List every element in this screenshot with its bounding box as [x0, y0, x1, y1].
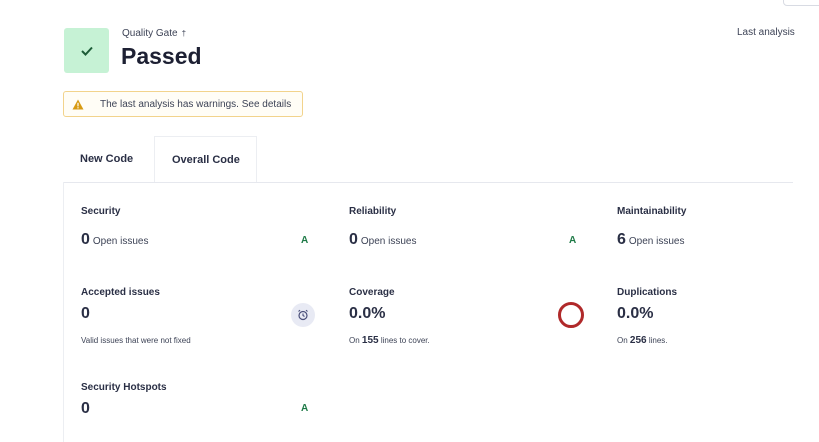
info-icon[interactable]: † [182, 29, 186, 38]
security-hotspots-value[interactable]: 0 [81, 400, 90, 418]
duplications-lines: On 256 lines. [617, 335, 668, 346]
maintainability-title: Maintainability [617, 206, 687, 217]
quality-gate-check-icon [64, 28, 109, 73]
coverage-ring-icon [558, 302, 584, 328]
accepted-issues-title: Accepted issues [81, 287, 160, 298]
quality-gate-status: Passed [121, 43, 202, 69]
security-title: Security [81, 206, 121, 217]
duplications-value[interactable]: 0.0% [617, 305, 653, 323]
warning-text: The last analysis has warnings. See deta… [100, 98, 292, 110]
top-right-button[interactable] [783, 0, 819, 6]
accepted-issues-value[interactable]: 0 [81, 305, 90, 323]
tab-new-code[interactable]: New Code [63, 136, 153, 182]
reliability-title: Reliability [349, 206, 397, 217]
accepted-issues-note: Valid issues that were not fixed [81, 336, 191, 345]
security-hotspots-title: Security Hotspots [81, 382, 167, 393]
coverage-title: Coverage [349, 287, 395, 298]
warning-icon [72, 98, 86, 110]
alarm-clock-icon [291, 303, 315, 327]
reliability-value[interactable]: 0 Open issues [349, 231, 417, 249]
quality-gate-label: Quality Gate † [122, 28, 187, 39]
security-value[interactable]: 0 Open issues [81, 231, 149, 249]
coverage-value[interactable]: 0.0% [349, 305, 385, 323]
tabs-divider [63, 182, 793, 183]
coverage-lines: On 155 lines to cover. [349, 335, 430, 346]
last-analysis-label: Last analysis [737, 27, 795, 38]
security-rating[interactable]: A [301, 235, 308, 246]
panel-border [63, 182, 64, 442]
tab-overall-code[interactable]: Overall Code [154, 136, 257, 182]
maintainability-value[interactable]: 6 Open issues [617, 231, 685, 249]
security-hotspots-rating[interactable]: A [301, 403, 308, 414]
analysis-warning-banner[interactable]: The last analysis has warnings. See deta… [63, 91, 303, 117]
reliability-rating[interactable]: A [569, 235, 576, 246]
duplications-title: Duplications [617, 287, 678, 298]
